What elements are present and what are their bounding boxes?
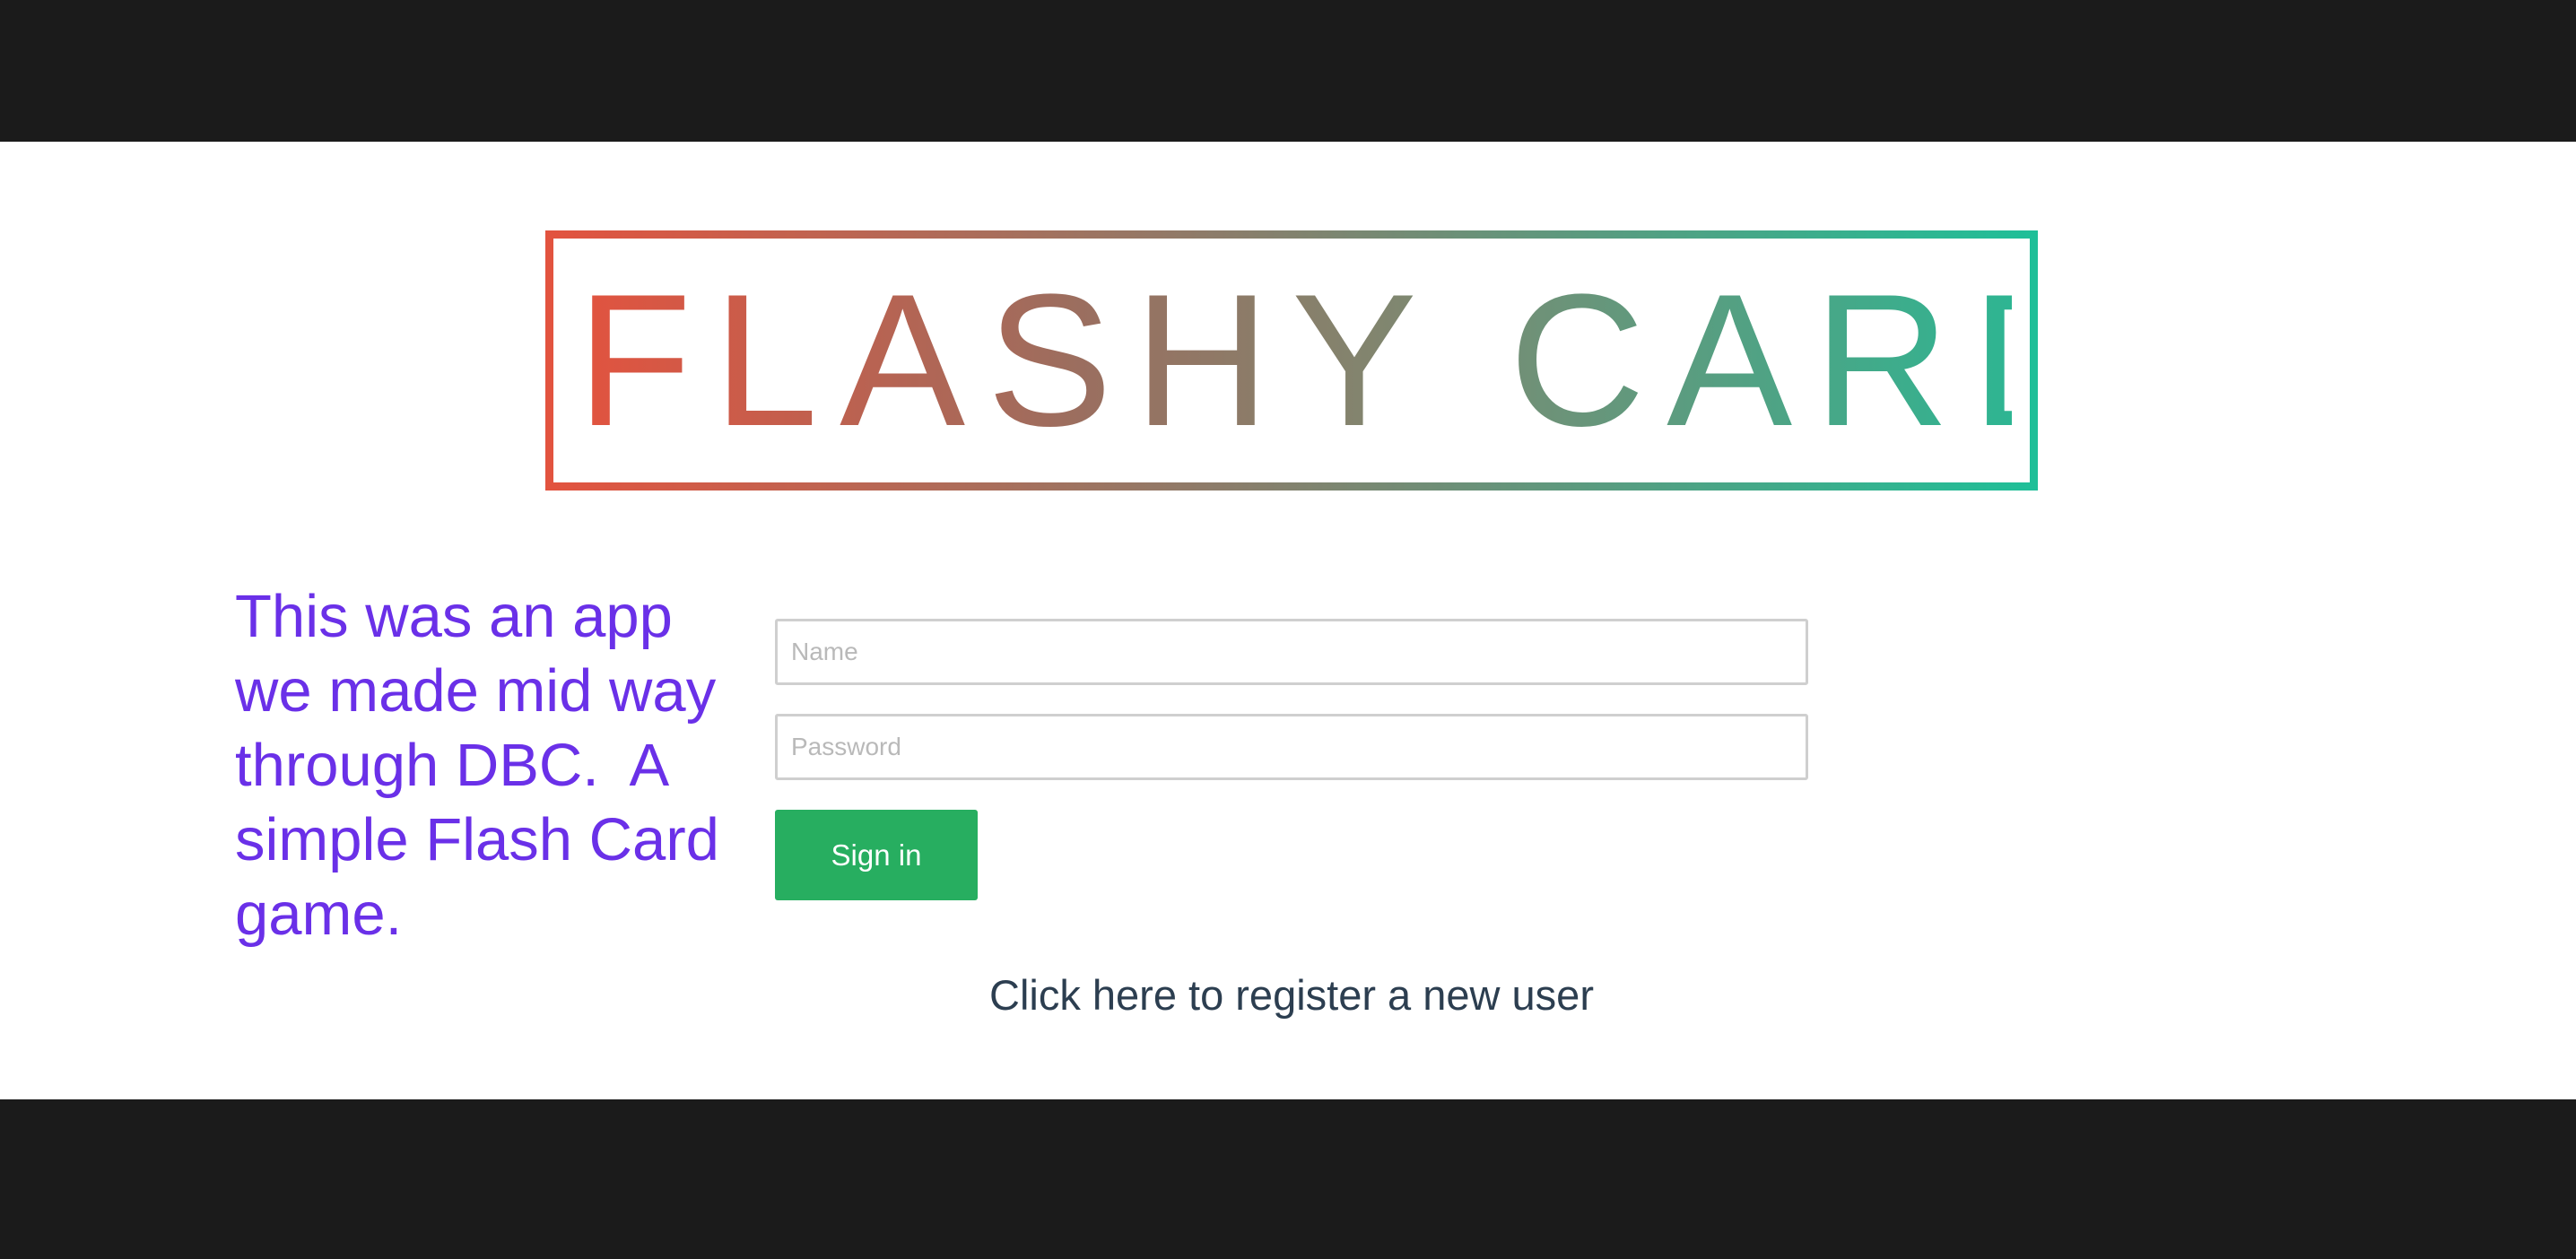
sign-in-button[interactable]: Sign in [775,810,978,900]
bottom-dark-band [0,1099,2576,1259]
name-input[interactable] [775,619,1808,685]
register-link[interactable]: Click here to register a new user [0,967,2576,1024]
top-dark-band [0,0,2576,142]
app-description: This was an app we made mid way through … [235,583,736,948]
logo-title: FLASHY CARDS [577,255,2276,465]
password-input[interactable] [775,714,1808,780]
